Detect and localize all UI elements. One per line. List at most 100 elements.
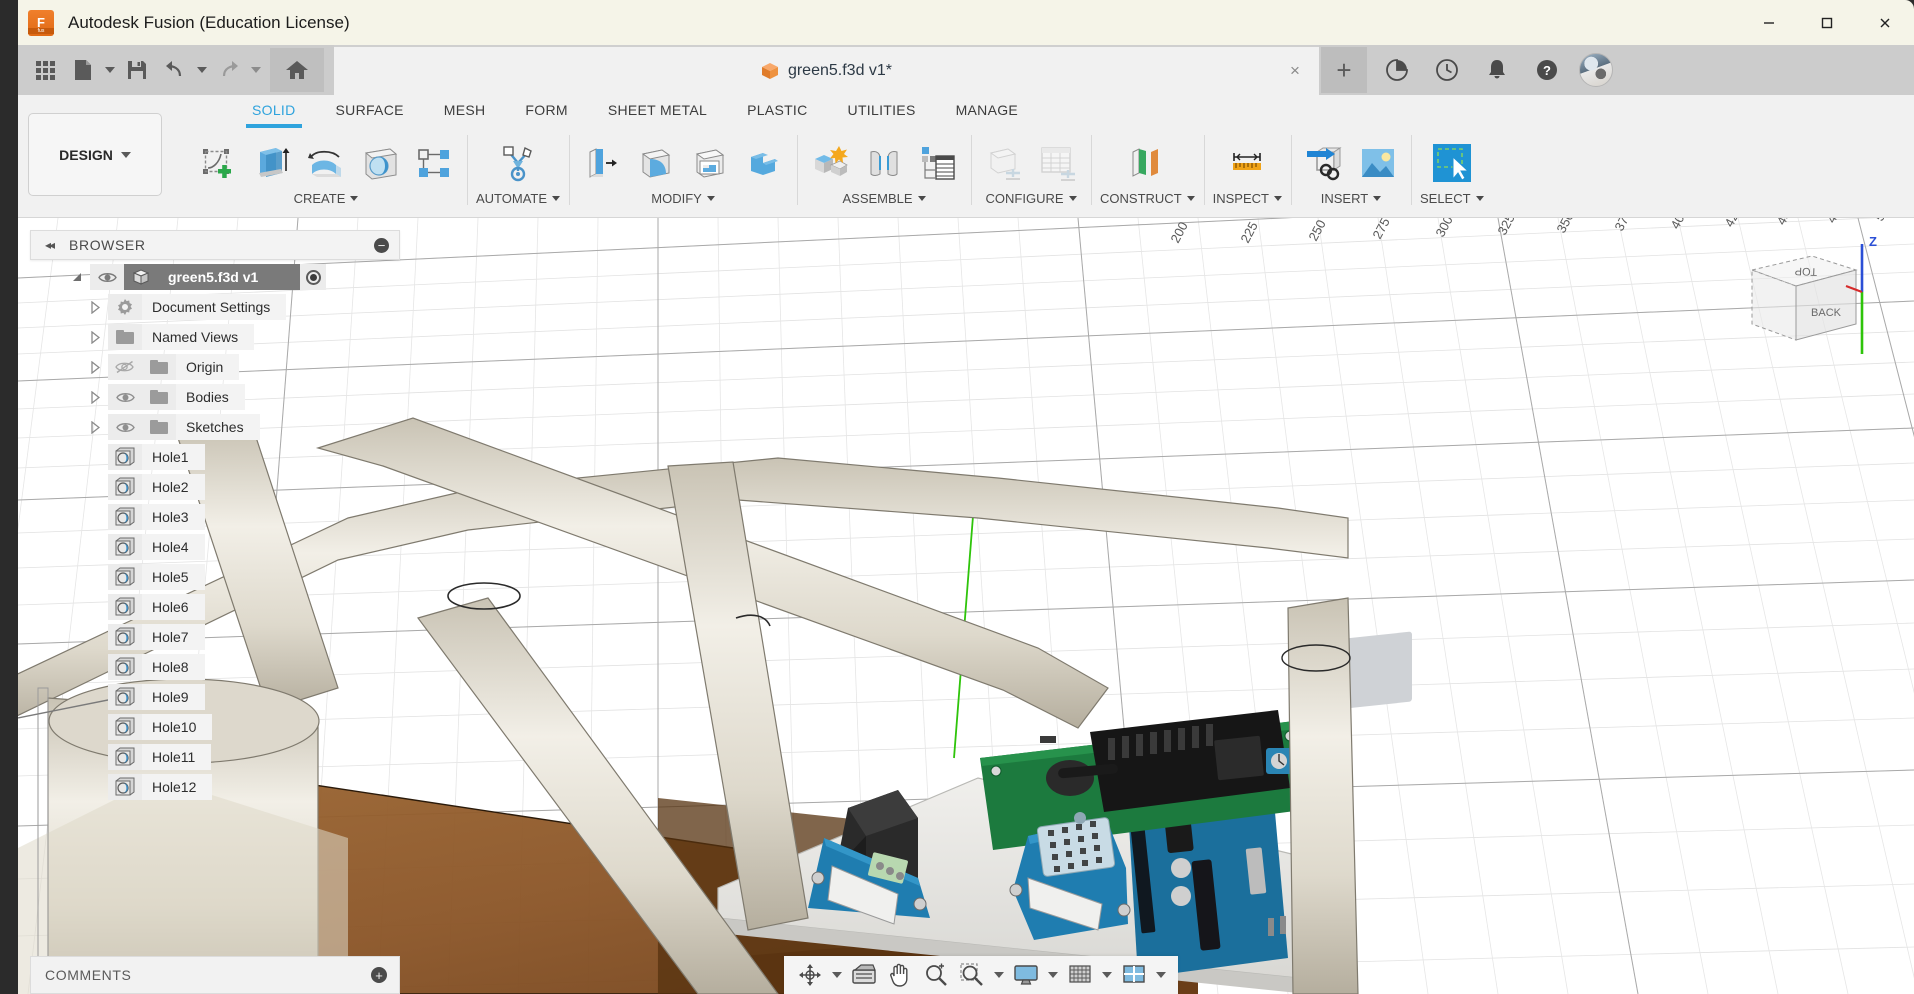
close-icon[interactable]: × — [1285, 61, 1305, 81]
document-tab[interactable]: green5.f3d v1* × — [334, 45, 1319, 95]
tree-node-hole-feature[interactable]: Hole11 — [108, 744, 400, 770]
clock-icon[interactable] — [1423, 47, 1471, 93]
tree-node-hole-feature[interactable]: Hole12 — [108, 774, 400, 800]
grid-snap-caret-icon[interactable] — [1098, 958, 1116, 992]
fillet-icon[interactable] — [632, 137, 680, 189]
add-comment-icon[interactable]: + — [371, 967, 387, 983]
expand-arrow-icon[interactable] — [82, 330, 108, 344]
select-window-icon[interactable] — [1428, 137, 1476, 189]
grid-snap-icon[interactable] — [1062, 958, 1098, 992]
tab-mesh[interactable]: MESH — [424, 98, 506, 122]
tab-manage[interactable]: MANAGE — [936, 98, 1038, 122]
sweep-icon[interactable] — [356, 137, 404, 189]
zoom-window-icon[interactable] — [954, 958, 990, 992]
view-cube[interactable]: TOP BACK Z — [1732, 220, 1892, 360]
viewports-icon[interactable] — [1116, 958, 1152, 992]
tab-sheet-metal[interactable]: SHEET METAL — [588, 98, 727, 122]
tree-node-hole-feature[interactable]: Hole10 — [108, 714, 400, 740]
tree-node-hole-feature[interactable]: Hole5 — [108, 564, 400, 590]
tree-node-hole-feature[interactable]: Hole8 — [108, 654, 400, 680]
expand-arrow-icon[interactable] — [82, 420, 108, 434]
orbit-icon[interactable] — [792, 958, 828, 992]
press-pull-icon[interactable] — [578, 137, 626, 189]
viewports-caret-icon[interactable] — [1152, 958, 1170, 992]
close-button[interactable] — [1856, 0, 1914, 45]
ribbon-group-label-select[interactable]: SELECT — [1420, 191, 1484, 206]
redo-caret-icon[interactable] — [248, 50, 264, 90]
eye-icon[interactable] — [90, 264, 124, 290]
ribbon-group-label-automate[interactable]: AUTOMATE — [476, 191, 561, 206]
question-icon[interactable]: ? — [1523, 47, 1571, 93]
monitor-icon[interactable] — [1008, 958, 1044, 992]
tree-node-hole-feature[interactable]: Hole1 — [108, 444, 400, 470]
new-tab-button[interactable]: + — [1321, 47, 1367, 93]
pan-hand-icon[interactable] — [882, 958, 918, 992]
combine-icon[interactable] — [740, 137, 788, 189]
measure-icon[interactable] — [1223, 137, 1271, 189]
tree-node-hole-feature[interactable]: Hole7 — [108, 624, 400, 650]
tree-node-hole-feature[interactable]: Hole4 — [108, 534, 400, 560]
workspace-switcher[interactable]: DESIGN — [28, 113, 162, 196]
zoom-window-caret-icon[interactable] — [990, 958, 1008, 992]
save-icon[interactable] — [118, 50, 156, 90]
tree-node-sketches[interactable]: Sketches — [82, 414, 400, 440]
pattern-icon[interactable] — [410, 137, 458, 189]
collapse-panel-icon[interactable]: ◂◂ — [45, 238, 55, 252]
shell-icon[interactable] — [686, 137, 734, 189]
avatar[interactable] — [1579, 53, 1613, 87]
tree-node-hole-feature[interactable]: Hole9 — [108, 684, 400, 710]
eye-off-icon[interactable] — [108, 354, 142, 380]
ribbon-group-label-insert[interactable]: INSERT — [1321, 191, 1382, 206]
tree-node-document-settings[interactable]: Document Settings — [82, 294, 400, 320]
automate-icon[interactable] — [494, 137, 542, 189]
ribbon-group-label-inspect[interactable]: INSPECT — [1213, 191, 1282, 206]
expand-arrow-icon[interactable] — [82, 390, 108, 404]
tab-solid[interactable]: SOLID — [232, 98, 316, 128]
orbit-caret-icon[interactable] — [828, 958, 846, 992]
ribbon-group-label-configure[interactable]: CONFIGURE — [986, 191, 1077, 206]
configuration-table-icon[interactable] — [1034, 137, 1082, 189]
expand-arrow-icon[interactable] — [82, 360, 108, 374]
extension-icon[interactable] — [1373, 47, 1421, 93]
create-configuration-icon[interactable] — [980, 137, 1028, 189]
new-component-icon[interactable] — [806, 137, 854, 189]
look-at-icon[interactable] — [846, 958, 882, 992]
offset-plane-icon[interactable] — [1123, 137, 1171, 189]
tree-node-bodies[interactable]: Bodies — [82, 384, 400, 410]
tree-node-named-views[interactable]: Named Views — [82, 324, 400, 350]
eye-icon[interactable] — [108, 414, 142, 440]
ribbon-group-label-construct[interactable]: CONSTRUCT — [1100, 191, 1195, 206]
eye-icon[interactable] — [108, 384, 142, 410]
bill-of-materials-icon[interactable] — [914, 137, 962, 189]
expand-arrow-icon[interactable] — [82, 300, 108, 314]
redo-icon[interactable] — [210, 50, 248, 90]
expand-arrow-open[interactable] — [64, 273, 90, 281]
tab-form[interactable]: FORM — [505, 98, 587, 122]
tab-surface[interactable]: SURFACE — [316, 98, 424, 122]
home-icon[interactable] — [270, 48, 324, 92]
tree-node-root[interactable]: green5.f3d v1 — [64, 264, 400, 290]
ribbon-group-label-create[interactable]: CREATE — [294, 191, 359, 206]
maximize-button[interactable] — [1798, 0, 1856, 45]
tab-plastic[interactable]: PLASTIC — [727, 98, 827, 122]
create-sketch-icon[interactable] — [194, 137, 242, 189]
tree-node-hole-feature[interactable]: Hole2 — [108, 474, 400, 500]
ribbon-group-label-assemble[interactable]: ASSEMBLE — [842, 191, 926, 206]
app-grid-icon[interactable] — [26, 50, 64, 90]
zoom-magnifier-icon[interactable] — [918, 958, 954, 992]
comments-panel[interactable]: COMMENTS + — [30, 956, 400, 994]
insert-derive-icon[interactable] — [1300, 137, 1348, 189]
insert-canvas-icon[interactable] — [1354, 137, 1402, 189]
extrude-icon[interactable] — [248, 137, 296, 189]
tree-node-origin[interactable]: Origin — [82, 354, 400, 380]
revolve-icon[interactable] — [302, 137, 350, 189]
minimize-button[interactable] — [1740, 0, 1798, 45]
undo-caret-icon[interactable] — [194, 50, 210, 90]
undo-icon[interactable] — [156, 50, 194, 90]
tree-node-hole-feature[interactable]: Hole3 — [108, 504, 400, 530]
bell-icon[interactable] — [1473, 47, 1521, 93]
joint-icon[interactable] — [860, 137, 908, 189]
tree-node-hole-feature[interactable]: Hole6 — [108, 594, 400, 620]
file-caret-icon[interactable] — [102, 50, 118, 90]
file-icon[interactable] — [64, 50, 102, 90]
